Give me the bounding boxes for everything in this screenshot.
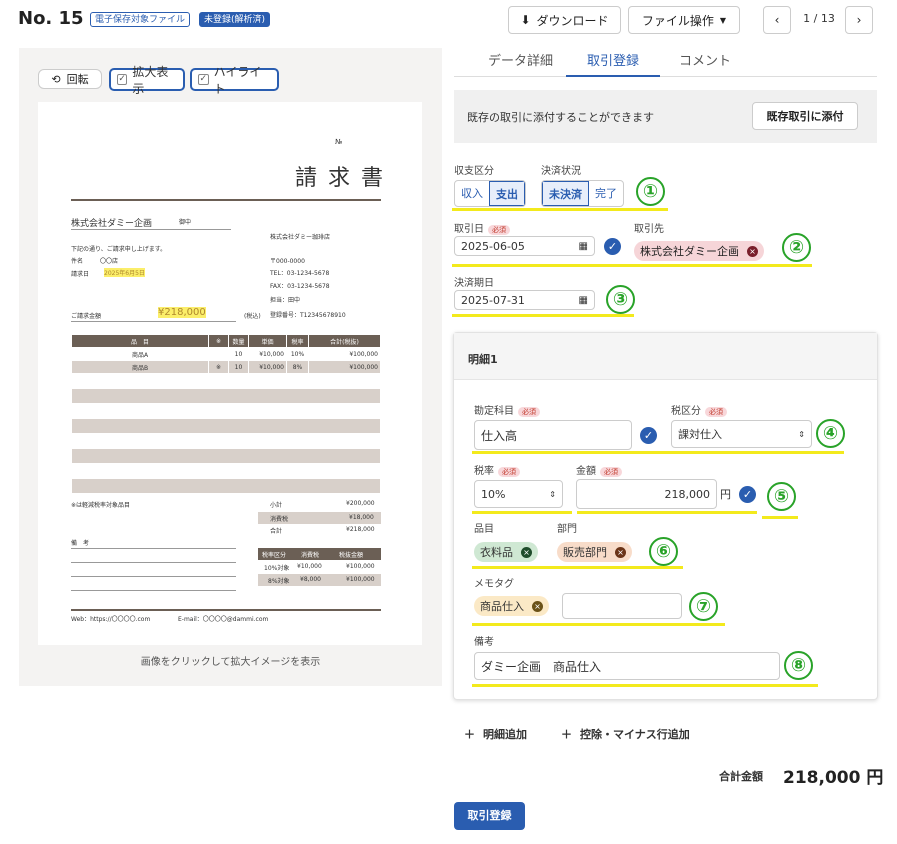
remove-icon[interactable]: × [615, 546, 626, 558]
electronic-storage-badge: 電子保存対象ファイル [90, 12, 191, 27]
download-icon: ⬇ [520, 13, 531, 27]
file-operations-button[interactable]: ファイル操作 ▼ [628, 6, 740, 34]
detail-title: 明細1 [468, 353, 498, 366]
item-chip[interactable]: 衣料品 × [474, 542, 538, 562]
remove-icon[interactable]: × [532, 600, 543, 612]
partner-chip[interactable]: 株式会社ダミー企画 × [634, 241, 764, 261]
total-label: 合計金額 [719, 770, 763, 783]
check-icon: ✓ [739, 486, 756, 503]
attach-existing-button[interactable]: 既存取引に添付 [752, 102, 858, 130]
marker-2: ② [782, 233, 811, 262]
register-transaction-button[interactable]: 取引登録 [454, 802, 525, 830]
caret-down-icon: ▼ [719, 15, 727, 25]
marker-8: ⑧ [784, 651, 813, 680]
marker-3: ③ [606, 285, 635, 314]
expense-option[interactable]: 支出 [489, 181, 525, 206]
highlight-toggle[interactable]: ✓ ハイライト [190, 65, 279, 96]
tab-register[interactable]: 取引登録 [566, 50, 660, 77]
remove-icon[interactable]: × [521, 546, 532, 558]
chevron-left-icon: ‹ [774, 13, 780, 27]
income-option[interactable]: 収入 [455, 181, 489, 206]
page-title: No. 15 [18, 8, 84, 29]
prev-page-button[interactable]: ‹ [763, 6, 791, 34]
tax-rate-select[interactable]: 10% ⇕ [474, 480, 563, 508]
add-deduction-button[interactable]: ＋控除・マイナス行追加 [561, 726, 690, 742]
due-date-input[interactable]: 2025-07-31 ▦ [454, 290, 595, 310]
transaction-date-input[interactable]: 2025-06-05 ▦ [454, 236, 595, 256]
department-chip[interactable]: 販売部門 × [557, 542, 632, 562]
memo-tag-input[interactable] [562, 593, 682, 619]
download-button[interactable]: ⬇ ダウンロード [508, 6, 621, 34]
remove-icon[interactable]: × [747, 245, 758, 257]
plus-icon: ＋ [561, 728, 572, 741]
marker-1: ① [636, 177, 665, 206]
add-detail-button[interactable]: ＋明細追加 [464, 726, 527, 742]
settled-option[interactable]: 完了 [589, 181, 623, 206]
rotate-button[interactable]: ⟲ 回転 [38, 69, 102, 89]
invoice-items-table: 品 目 ※ 数量 単価 税率 合計(税抜) 商品A 10 ¥10,000 10% ¥100,000… [71, 334, 381, 494]
calendar-icon: ▦ [578, 294, 588, 306]
marker-4: ④ [816, 419, 845, 448]
marker-6: ⑥ [649, 537, 678, 566]
calendar-icon: ▦ [578, 240, 588, 252]
tab-comment[interactable]: コメント [679, 50, 731, 69]
check-icon: ✓ [604, 238, 621, 255]
chevron-right-icon: › [856, 13, 862, 27]
tax-category-select[interactable]: 課対仕入 ⇕ [671, 420, 812, 448]
account-input[interactable]: 仕入高 [474, 420, 632, 450]
detail-card [453, 332, 878, 700]
tab-data-details[interactable]: データ詳細 [488, 50, 553, 69]
plus-icon: ＋ [464, 728, 475, 741]
checkbox-icon: ✓ [198, 74, 209, 85]
status-badge: 未登録(解析済) [199, 12, 271, 27]
rotate-icon: ⟲ [51, 72, 61, 86]
select-arrows-icon: ⇕ [798, 429, 805, 439]
select-arrows-icon: ⇕ [549, 489, 556, 499]
unsettled-option[interactable]: 未決済 [542, 181, 589, 206]
remarks-input[interactable]: ダミー企画 商品仕入 [474, 652, 780, 680]
next-page-button[interactable]: › [845, 6, 873, 34]
invoice-title: 請 求 書 [295, 166, 385, 191]
income-expense-toggle[interactable]: 収入 支出 [454, 180, 526, 207]
marker-5: ⑤ [767, 482, 796, 511]
total-amount: 218,000 円 [783, 768, 884, 788]
amount-input[interactable]: 218,000 [576, 479, 717, 509]
page-indicator: 1 / 13 [803, 12, 835, 25]
zoom-toggle[interactable]: ✓ 拡大表示 [109, 65, 185, 96]
viewer-hint: 画像をクリックして拡大イメージを表示 [140, 657, 321, 668]
tab-bar: データ詳細 取引登録 コメント [454, 50, 877, 77]
check-icon: ✓ [640, 427, 657, 444]
invoice-preview[interactable]: № 請 求 書 株式会社ダミー企画 御中 株式会社ダミー珈琲店 下記の通り、ご請… [38, 102, 422, 645]
checkbox-icon: ✓ [117, 74, 128, 85]
memo-tag-chip[interactable]: 商品仕入 × [474, 596, 549, 616]
marker-7: ⑦ [689, 592, 718, 621]
settlement-toggle[interactable]: 未決済 完了 [541, 180, 624, 207]
